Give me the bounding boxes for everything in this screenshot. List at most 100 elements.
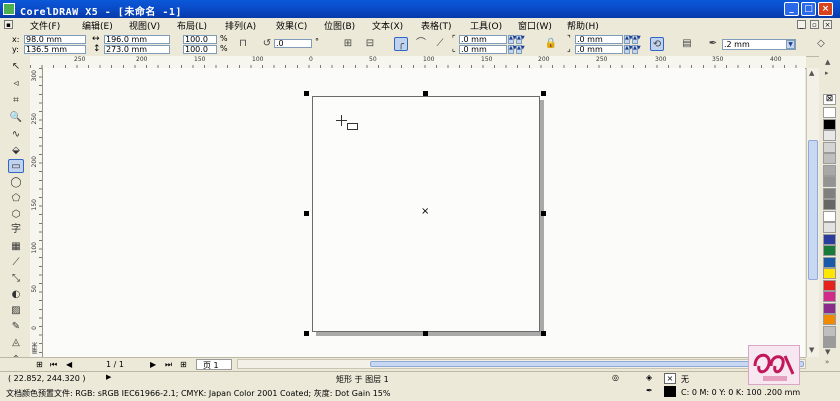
corner-top-right-spinner[interactable]: ▲▼: [624, 35, 633, 44]
scale-height-field[interactable]: 100.0: [183, 45, 217, 54]
color-swatch[interactable]: [823, 176, 836, 187]
palette-expand-icon[interactable]: »: [825, 358, 829, 366]
dimension-tool-icon[interactable]: ⟋: [8, 256, 24, 270]
scallop-corner-icon[interactable]: ⌒: [414, 37, 428, 51]
horizontal-scroll-thumb[interactable]: [370, 361, 804, 367]
convert-to-curves-icon[interactable]: ◇: [814, 37, 828, 51]
y-position-field[interactable]: 136.5 mm: [24, 45, 86, 54]
doc-minimize-button[interactable]: _: [797, 20, 806, 29]
menu-table[interactable]: 表格(T): [421, 19, 452, 32]
last-page-icon[interactable]: ⏭: [165, 360, 172, 370]
freehand-tool-icon[interactable]: ∿: [8, 128, 24, 142]
previous-page-icon[interactable]: ◀: [66, 360, 72, 369]
round-corner-icon[interactable]: ╭: [394, 37, 408, 51]
color-swatch[interactable]: [823, 268, 836, 279]
basic-shapes-tool-icon[interactable]: ⬡: [8, 208, 24, 222]
maximize-button[interactable]: □: [801, 2, 816, 16]
corner-top-left-spinner[interactable]: ▲▼: [516, 35, 525, 44]
menu-tools[interactable]: 工具(O): [470, 19, 502, 32]
snap-icon[interactable]: ◎: [612, 373, 619, 382]
corner-top-right-field[interactable]: .0 mm: [575, 35, 623, 44]
selection-handle[interactable]: [304, 331, 309, 336]
transparency-tool-icon[interactable]: ▨: [8, 304, 24, 318]
corner-bottom-right-spinner[interactable]: ▲▼: [624, 45, 633, 54]
color-swatch[interactable]: [823, 337, 836, 348]
color-swatch[interactable]: [823, 302, 836, 314]
menu-text[interactable]: 文本(X): [372, 19, 403, 32]
corner-bottom-left-spinner[interactable]: ▲▼: [508, 45, 517, 54]
color-swatch[interactable]: [823, 153, 836, 164]
color-profile-info[interactable]: 文档颜色预置文件: RGB: sRGB IEC61966-2.1; CMYK: …: [6, 388, 390, 399]
connector-tool-icon[interactable]: ⤡: [8, 272, 24, 286]
pick-tool-icon[interactable]: ↖: [8, 60, 24, 74]
add-page-before-icon[interactable]: ⊞: [36, 360, 43, 369]
rectangle-tool-icon[interactable]: ▭: [8, 159, 24, 173]
vertical-scrollbar[interactable]: ▲ ▼: [806, 68, 819, 357]
color-swatch[interactable]: [823, 164, 836, 176]
ellipse-tool-icon[interactable]: ◯: [8, 176, 24, 190]
mirror-horizontal-icon[interactable]: ⊞: [341, 37, 355, 51]
menu-help[interactable]: 帮助(H): [567, 19, 599, 32]
color-swatch[interactable]: [823, 141, 836, 153]
eyedropper-tool-icon[interactable]: ✎: [8, 320, 24, 334]
color-swatch[interactable]: [823, 130, 836, 141]
color-swatch[interactable]: [823, 291, 836, 302]
color-swatch[interactable]: [823, 187, 836, 199]
x-position-field[interactable]: 98.0 mm: [24, 35, 86, 44]
first-page-icon[interactable]: ⏮: [50, 360, 57, 370]
next-page-icon[interactable]: ▶: [150, 360, 156, 369]
close-button[interactable]: ×: [818, 2, 833, 16]
color-swatch[interactable]: [823, 256, 836, 268]
menu-bitmaps[interactable]: 位图(B): [324, 19, 355, 32]
chamfer-corner-icon[interactable]: ⟋: [433, 37, 447, 51]
crop-tool-icon[interactable]: ⌗: [8, 94, 24, 108]
doc-menu-icon[interactable]: ▪: [4, 20, 13, 29]
selection-handle[interactable]: [541, 91, 546, 96]
lock-corners-icon[interactable]: 🔒: [544, 37, 558, 51]
outline-width-select[interactable]: .2 mm: [722, 39, 796, 50]
smart-fill-tool-icon[interactable]: ⬙: [8, 144, 24, 158]
color-swatch[interactable]: [823, 314, 836, 325]
lock-ratio-icon[interactable]: ⊓: [236, 37, 250, 51]
corner-bottom-left-field[interactable]: .0 mm: [459, 45, 507, 54]
selection-handle[interactable]: [541, 331, 546, 336]
status-expand-icon[interactable]: ▶: [106, 373, 111, 381]
selection-handle[interactable]: [304, 211, 309, 216]
selection-handle[interactable]: [541, 211, 546, 216]
corner-bottom-right-spinner[interactable]: ▲▼: [632, 45, 641, 54]
menu-layout[interactable]: 布局(L): [177, 19, 207, 32]
color-swatch[interactable]: [823, 325, 836, 337]
color-swatch[interactable]: [823, 199, 836, 210]
vertical-scroll-thumb[interactable]: [808, 140, 818, 280]
shape-tool-icon[interactable]: ◃: [8, 77, 24, 91]
chevron-down-icon[interactable]: ▼: [786, 40, 795, 49]
height-field[interactable]: 273.0 mm: [104, 45, 170, 54]
doc-close-button[interactable]: ×: [823, 20, 832, 29]
table-tool-icon[interactable]: ▦: [8, 240, 24, 254]
no-fill-swatch[interactable]: ⊠: [823, 94, 836, 105]
corner-bottom-left-spinner[interactable]: ▲▼: [516, 45, 525, 54]
menu-view[interactable]: 视图(V): [129, 19, 160, 32]
polygon-tool-icon[interactable]: ⬠: [8, 192, 24, 206]
color-swatch[interactable]: [823, 279, 836, 291]
page-tab[interactable]: 页 1: [196, 359, 232, 370]
corner-top-left-spinner[interactable]: ▲▼: [508, 35, 517, 44]
width-field[interactable]: 196.0 mm: [104, 35, 170, 44]
corner-bottom-right-field[interactable]: .0 mm: [575, 45, 623, 54]
minimize-button[interactable]: _: [784, 2, 799, 16]
scroll-up-icon[interactable]: ▲: [809, 69, 814, 77]
menu-edit[interactable]: 编辑(E): [82, 19, 113, 32]
selection-handle[interactable]: [423, 91, 428, 96]
palette-flyout-icon[interactable]: ▸: [825, 69, 829, 77]
color-swatch[interactable]: [823, 233, 836, 245]
color-swatch[interactable]: [823, 118, 836, 130]
color-swatch[interactable]: [823, 107, 836, 118]
horizontal-scrollbar[interactable]: [237, 359, 806, 369]
color-swatch[interactable]: [823, 222, 836, 233]
wrap-text-icon[interactable]: ▤: [680, 37, 694, 51]
scale-width-field[interactable]: 100.0: [183, 35, 217, 44]
color-swatch[interactable]: [823, 245, 836, 256]
scroll-down-icon[interactable]: ▼: [809, 346, 814, 354]
outline-tool-icon[interactable]: ◬: [8, 336, 24, 350]
palette-scroll-down-icon[interactable]: ▼: [825, 348, 830, 356]
